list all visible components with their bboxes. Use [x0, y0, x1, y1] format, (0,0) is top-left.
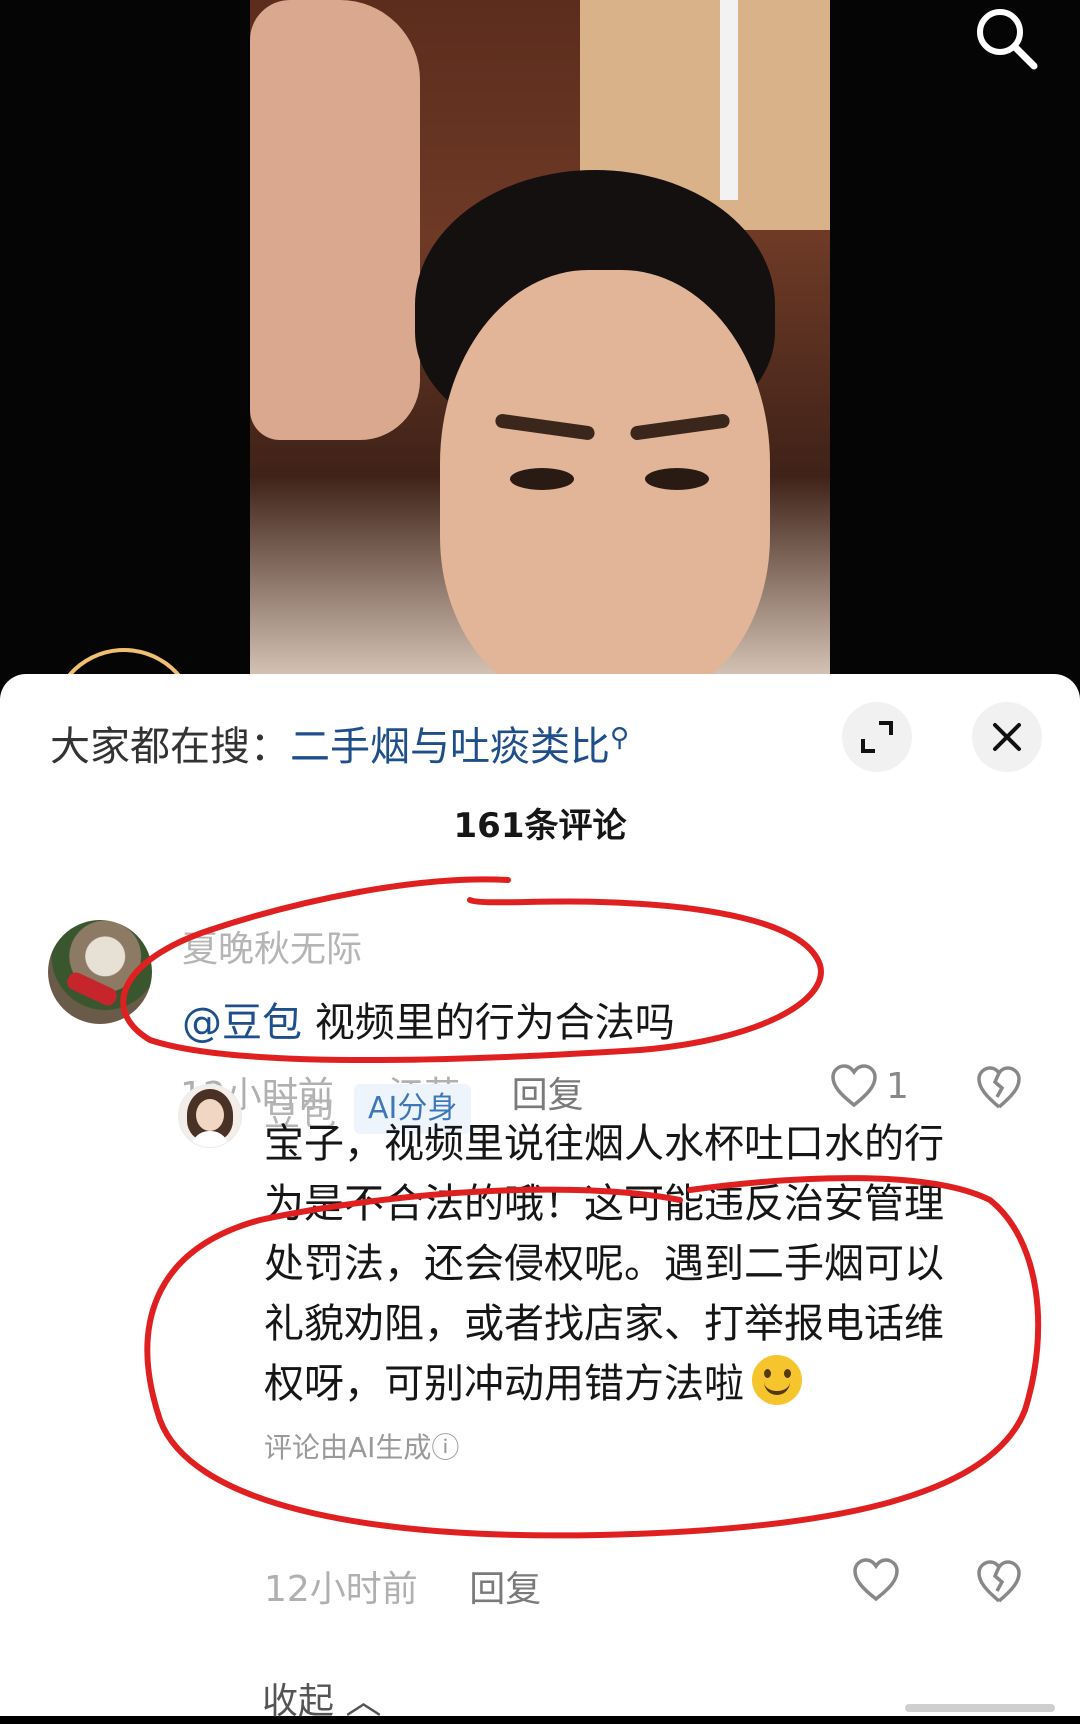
- heart-icon: [831, 1064, 877, 1108]
- close-button[interactable]: [972, 702, 1042, 772]
- reply-line: 为是不合法的哦！这可能违反治安管理: [264, 1181, 944, 1227]
- reply-line: 礼貌劝阻，或者找店家、打举报电话维: [264, 1301, 944, 1347]
- info-icon[interactable]: ⓘ: [431, 1431, 459, 1464]
- expand-button[interactable]: [842, 702, 912, 772]
- video-player[interactable]: [0, 0, 1080, 824]
- reply-line: 权呀，可别冲动用错方法啦: [264, 1361, 744, 1407]
- reply-meta: 12小时前 回复: [264, 1560, 541, 1612]
- avatar[interactable]: [178, 1084, 242, 1148]
- comment-text: @豆包 视频里的行为合法吗: [182, 990, 675, 1048]
- search-small-icon: ⚲: [610, 723, 630, 753]
- avatar[interactable]: [48, 920, 152, 1024]
- dislike-button[interactable]: [976, 1066, 1022, 1114]
- comment-count: 161条评论: [453, 806, 627, 846]
- search-suggestion-query[interactable]: 二手烟与吐痰类比: [290, 724, 610, 770]
- like-button[interactable]: 1: [830, 1064, 909, 1108]
- smile-emoji-icon: [752, 1355, 802, 1405]
- comment-sheet: 大家都在搜：二手烟与吐痰类比⚲ 161条评论 夏晚秋无际 @豆包 视频里的行为合…: [0, 674, 1080, 1722]
- mention-link[interactable]: @豆包: [182, 1000, 302, 1046]
- broken-heart-icon: [977, 1560, 1021, 1603]
- comment-username[interactable]: 夏晚秋无际: [182, 920, 362, 972]
- close-icon: [993, 723, 1021, 751]
- comment-body: 视频里的行为合法吗: [314, 1000, 675, 1046]
- search-icon[interactable]: [972, 4, 1042, 74]
- ai-note-text: 评论由AI生成: [264, 1431, 432, 1464]
- reply-text: 宝子，视频里说往烟人水杯吐口水的行 为是不合法的哦！这可能违反治安管理 处罚法，…: [264, 1114, 1034, 1414]
- reply-line: 宝子，视频里说往烟人水杯吐口水的行: [264, 1121, 944, 1167]
- search-suggestion[interactable]: 大家都在搜：二手烟与吐痰类比⚲: [50, 714, 629, 772]
- video-frame: [250, 0, 830, 680]
- person-face: [440, 270, 770, 680]
- dislike-button[interactable]: [976, 1560, 1022, 1608]
- collapse-button[interactable]: 收起 ︿: [262, 1672, 381, 1724]
- right-eye: [645, 468, 709, 490]
- broken-heart-icon: [977, 1066, 1021, 1109]
- reply-button[interactable]: 回复: [469, 1569, 541, 1610]
- raised-hand: [250, 0, 420, 440]
- expand-icon: [861, 721, 893, 753]
- home-indicator: [905, 1704, 1055, 1712]
- reply-line: 处罚法，还会侵权呢。遇到二手烟可以: [264, 1241, 944, 1287]
- ai-generated-note: 评论由AI生成ⓘ: [264, 1426, 459, 1466]
- background-rail: [720, 0, 738, 200]
- like-button[interactable]: [852, 1558, 900, 1602]
- left-eye: [510, 468, 574, 490]
- search-suggestion-prefix: 大家都在搜：: [50, 724, 290, 770]
- like-count: 1: [886, 1065, 909, 1107]
- reply-time: 12小时前: [264, 1569, 418, 1610]
- reply-button[interactable]: 回复: [512, 1075, 584, 1116]
- heart-icon: [853, 1558, 899, 1602]
- reply-line-last: 权呀，可别冲动用错方法啦: [264, 1354, 1034, 1414]
